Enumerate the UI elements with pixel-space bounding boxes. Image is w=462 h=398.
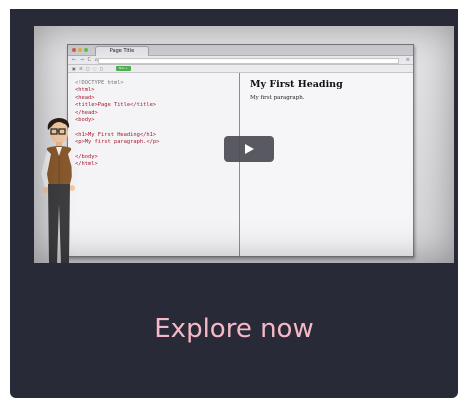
code-line: </html> [75,161,98,168]
teacher-character-illustration [41,118,78,263]
code-line: </body> [75,154,98,161]
result-preview: My First Heading My first paragraph. [240,73,413,256]
code-line: <p>My first paragraph.</p> [75,139,160,146]
hamburger-menu-icon: ≡ [405,57,410,63]
play-icon [245,144,254,154]
run-button: Run » [116,66,131,71]
editor-toolbar: ▣ ☰ ▢ ◌ ◻ Run » [68,65,413,73]
editor-tool-icons: ▣ ☰ ▢ ◌ ◻ [72,66,105,71]
url-bar [98,58,399,64]
explore-now-link[interactable]: Explore now [10,314,458,344]
code-line: <html> [75,87,95,94]
browser-tab: Page Title [95,46,149,56]
code-editor: <!DOCTYPE html> <html> <head> <title>Page T… [68,73,240,256]
preview-heading: My First Heading [250,79,343,90]
code-line: <!DOCTYPE html> [75,80,124,86]
browser-navbar: ← → C ⌂ ≡ [68,56,413,65]
code-line: <h1>My First Heading</h1> [75,131,157,138]
maximize-dot-icon [84,48,88,52]
code-line: <title>Page Title</title> [75,102,157,109]
code-line: <head> [75,94,95,101]
minimize-dot-icon [78,48,82,52]
preview-paragraph: My first paragraph. [250,95,305,101]
code-block: <!DOCTYPE html> <html> <head> <title>Page T… [75,80,159,169]
code-line: </head> [75,109,98,116]
nav-buttons-icon: ← → C ⌂ [72,57,99,63]
code-line: <body> [75,117,95,124]
video-card: Page Title ← → C ⌂ ≡ ▣ ☰ ▢ ◌ ◻ Run » <!D… [10,9,458,398]
close-dot-icon [72,48,76,52]
play-button[interactable] [224,136,274,162]
video-thumbnail[interactable]: Page Title ← → C ⌂ ≡ ▣ ☰ ▢ ◌ ◻ Run » <!D… [34,26,454,263]
browser-titlebar: Page Title [68,45,413,56]
